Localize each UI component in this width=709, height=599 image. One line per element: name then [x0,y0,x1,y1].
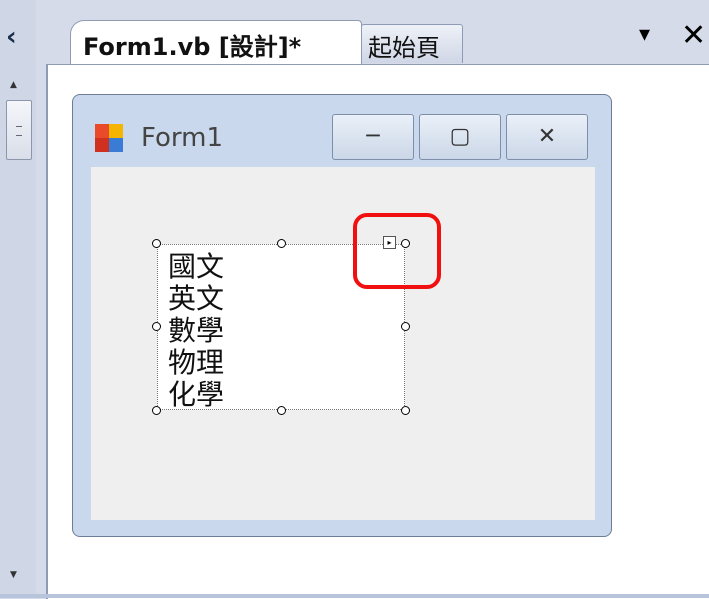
form-title: Form1 [141,123,224,153]
minimize-button[interactable]: ─ [332,114,414,160]
resize-handle-w[interactable] [152,322,161,331]
resize-handle-s[interactable] [277,406,286,415]
resize-handle-e[interactable] [401,322,410,331]
resize-handle-nw[interactable] [152,239,161,248]
close-icon: ✕ [537,124,557,149]
scroll-up-arrow-icon[interactable]: ▲ [10,80,17,90]
tab-form1-design[interactable]: Form1.vb [設計]* [70,20,362,65]
tab-start-page-label: 起始頁 [368,34,440,62]
close-button[interactable]: ✕ [506,114,588,160]
list-item: 國文 [168,250,225,283]
highlight-annotation [353,213,441,289]
tab-form1-design-label: Form1.vb [設計]* [83,33,302,61]
scroll-down-arrow-icon[interactable]: ▼ [10,570,17,580]
toolbox-strip: ‹ ▲ ▼ [0,0,36,598]
resize-handle-sw[interactable] [152,406,161,415]
designer-bottom-edge [0,594,709,598]
tab-close-icon[interactable]: ✕ [681,18,706,53]
list-item: 化學 [168,378,225,411]
maximize-button[interactable]: ▢ [419,114,501,160]
collapse-chevron-icon[interactable]: ‹ [6,22,17,52]
tab-dropdown-icon[interactable]: ▾ [639,22,650,47]
list-item: 物理 [168,346,225,379]
resize-handle-n[interactable] [277,239,286,248]
resize-handle-se[interactable] [401,406,410,415]
document-tab-bar: Form1.vb [設計]* 起始頁 ▾ ✕ [36,0,709,65]
list-item: 英文 [168,282,225,315]
scrollbar-thumb[interactable] [6,100,32,160]
form-app-icon [95,124,125,154]
tab-start-page[interactable]: 起始頁 [361,24,463,63]
listbox-items: 國文 英文 數學 物理 化學 [168,251,224,411]
minimize-icon: ─ [366,124,380,149]
list-item: 數學 [168,314,225,347]
maximize-icon: ▢ [449,124,471,149]
